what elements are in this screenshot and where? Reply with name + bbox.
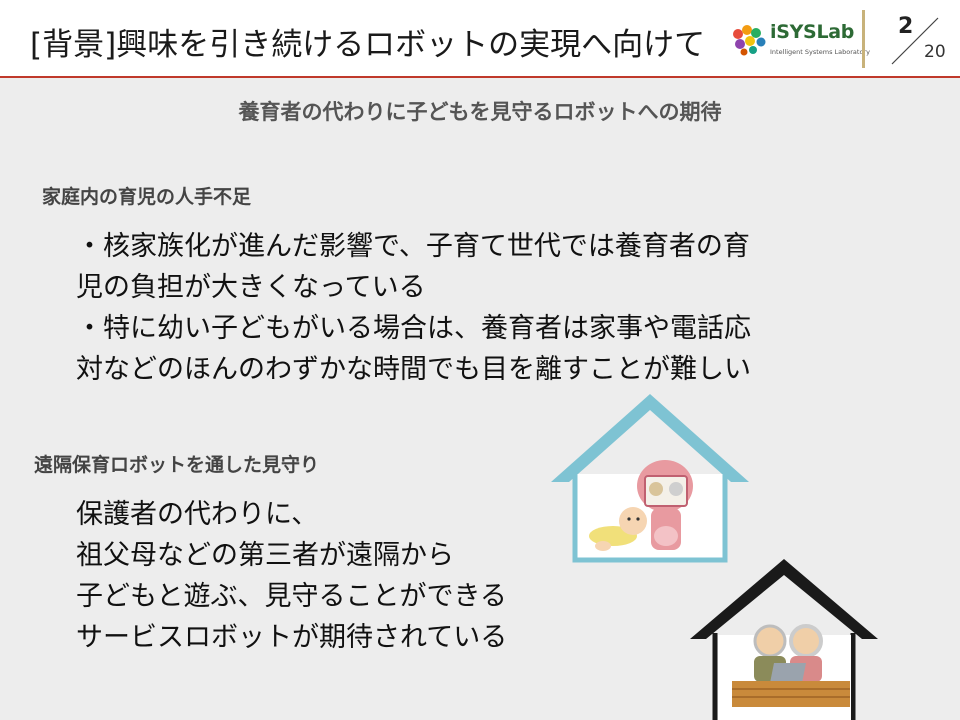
page-total: 20 <box>924 42 946 62</box>
logo-icon <box>733 25 766 56</box>
isyslab-logo: iSYSLab Intelligent Systems Laboratory <box>730 20 870 64</box>
house-with-grandparents-illustration <box>690 559 878 720</box>
section-heading-remote-robot: 遠隔保育ロボットを通した見守り <box>34 454 320 476</box>
slide-subtitle: 養育者の代わりに子どもを見守るロボットへの期待 <box>238 100 722 124</box>
body-line: 対などのほんのわずかな時間でも目を離すことが難しい <box>76 354 751 385</box>
section2-body: 保護者の代わりに、 祖父母などの第三者が遠隔から 子どもと遊ぶ、見守ることができ… <box>76 494 507 658</box>
body-line: 子どもと遊ぶ、見守ることができる <box>76 581 507 612</box>
header-divider <box>862 10 865 68</box>
slide-header: [背景]興味を引き続けるロボットの実現へ向けて iSYSLab Intellig… <box>0 0 960 76</box>
body-line: 保護者の代わりに、 <box>76 499 319 530</box>
body-line: 児の負担が大きくなっている <box>76 272 426 303</box>
body-line: ・特に幼い子どもがいる場合は、養育者は家事や電話応 <box>76 313 751 344</box>
section1-body: ・核家族化が進んだ影響で、子育て世代では養育者の育 児の負担が大きくなっている … <box>76 226 751 390</box>
section-heading-childcare-shortage: 家庭内の育児の人手不足 <box>42 186 252 208</box>
body-line: サービスロボットが期待されている <box>76 622 508 653</box>
house-with-robot-and-baby-illustration <box>551 394 749 563</box>
logo-subtitle: Intelligent Systems Laboratory <box>770 48 870 56</box>
slide-title: [背景]興味を引き続けるロボットの実現へ向けて <box>30 27 706 63</box>
logo-text: iSYSLab <box>770 21 855 43</box>
body-line: ・核家族化が進んだ影響で、子育て世代では養育者の育 <box>76 231 750 262</box>
body-line: 祖父母などの第三者が遠隔から <box>76 540 454 571</box>
header-underline <box>0 76 960 78</box>
